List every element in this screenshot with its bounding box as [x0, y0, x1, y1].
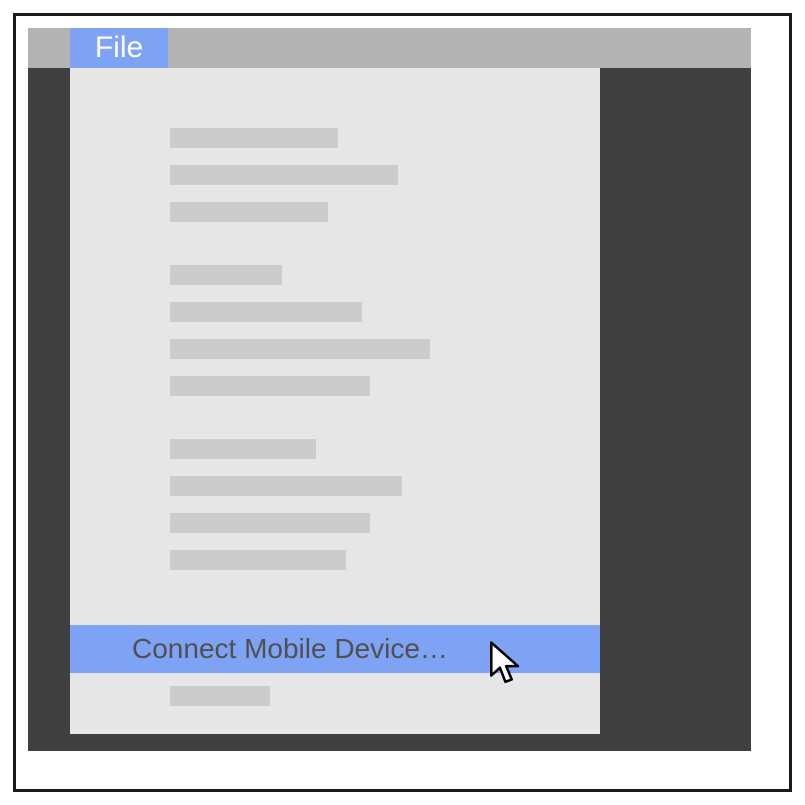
- menu-item-placeholder[interactable]: [170, 439, 316, 459]
- menu-item-label: Connect Mobile Device…: [132, 633, 448, 665]
- menu-item-placeholder[interactable]: [170, 202, 328, 222]
- menu-item-placeholder[interactable]: [170, 265, 282, 285]
- menu-item-placeholder[interactable]: [170, 128, 338, 148]
- menu-item-placeholder[interactable]: [170, 513, 370, 533]
- menu-item-placeholder[interactable]: [170, 165, 398, 185]
- file-dropdown: Connect Mobile Device…: [70, 68, 600, 734]
- menu-item-placeholder[interactable]: [170, 339, 430, 359]
- app-canvas: File Connect Mobile Device…: [28, 28, 751, 751]
- menu-item-placeholder[interactable]: [170, 476, 402, 496]
- menubar: File: [28, 28, 751, 68]
- menu-item-connect-mobile-device[interactable]: Connect Mobile Device…: [70, 625, 600, 673]
- menu-file-label: File: [95, 31, 143, 65]
- menu-item-placeholder[interactable]: [170, 686, 270, 706]
- menu-file[interactable]: File: [70, 28, 168, 68]
- menu-item-placeholder[interactable]: [170, 376, 370, 396]
- menu-item-placeholder[interactable]: [170, 302, 362, 322]
- menu-item-placeholder[interactable]: [170, 550, 346, 570]
